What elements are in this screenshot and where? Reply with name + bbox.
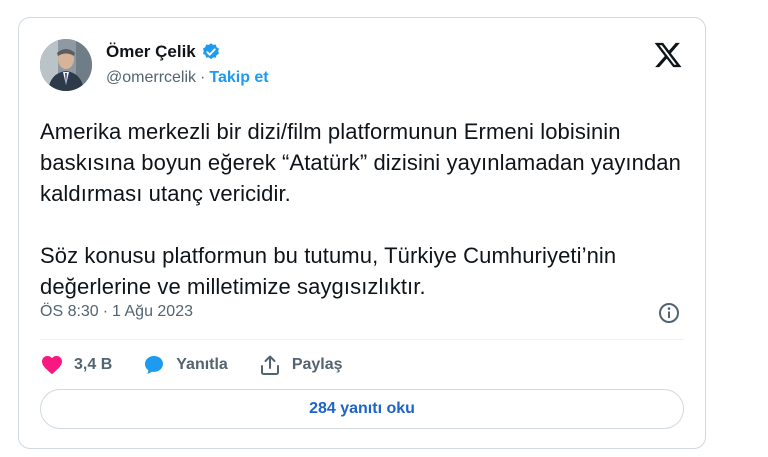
author-handle[interactable]: @omerrcelik bbox=[106, 69, 196, 87]
reply-label: Yanıtla bbox=[176, 356, 228, 373]
avatar[interactable] bbox=[40, 39, 92, 91]
info-icon[interactable] bbox=[657, 301, 681, 325]
like-button[interactable]: 3,4 B bbox=[40, 353, 112, 377]
timestamp-separator: · bbox=[102, 303, 109, 320]
author-name-row: Ömer Çelik bbox=[106, 42, 221, 62]
share-button[interactable]: Paylaş bbox=[258, 353, 343, 377]
follow-button[interactable]: Takip et bbox=[209, 69, 268, 87]
x-logo-icon[interactable] bbox=[653, 40, 683, 70]
heart-icon bbox=[42, 356, 62, 375]
tweet-actions: 3,4 B Yanıtla Paylaş bbox=[40, 352, 373, 378]
avatar-image bbox=[40, 39, 92, 91]
reply-button[interactable]: Yanıtla bbox=[142, 353, 228, 377]
tweet-text: Amerika merkezli bir dizi/film platformu… bbox=[40, 119, 681, 299]
verified-badge-icon bbox=[202, 43, 219, 60]
like-count: 3,4 B bbox=[74, 356, 113, 373]
read-replies-button[interactable]: 284 yanıtı oku bbox=[40, 389, 684, 429]
reply-icon bbox=[145, 356, 164, 374]
author-handle-row: @omerrcelik · Takip et bbox=[106, 69, 269, 87]
share-label: Paylaş bbox=[291, 356, 343, 373]
tweet-date: 1 Ağu 2023 bbox=[112, 303, 193, 320]
tweet-timestamp[interactable]: ÖS 8:30 · 1 Ağu 2023 bbox=[40, 303, 193, 321]
share-icon bbox=[260, 355, 279, 375]
divider bbox=[40, 339, 684, 340]
tweet-time: ÖS 8:30 bbox=[40, 303, 99, 320]
read-replies-label: 284 yanıtı oku bbox=[309, 400, 415, 417]
handle-separator: · bbox=[200, 69, 206, 86]
tweet-card: Ömer Çelik @omerrcelik · Takip et Amerik… bbox=[18, 17, 706, 449]
author-name[interactable]: Ömer Çelik bbox=[106, 42, 196, 62]
